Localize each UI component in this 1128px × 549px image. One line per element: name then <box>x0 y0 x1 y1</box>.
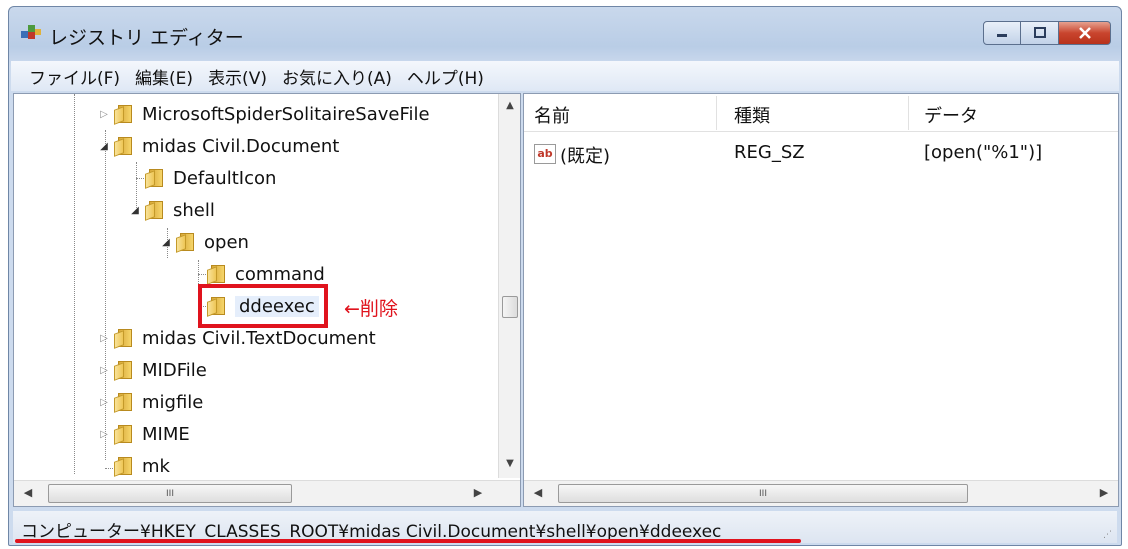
tree-item-label: midas Civil.Document <box>142 135 340 157</box>
tree-item-label: midas Civil.TextDocument <box>142 327 376 349</box>
tree-item-label: MIME <box>142 423 190 445</box>
tree-item[interactable]: ▷ MicrosoftSpiderSolitaireSaveFile <box>98 99 430 129</box>
column-header: 名前 種類 データ <box>524 94 1118 132</box>
tree-item-label: MicrosoftSpiderSolitaireSaveFile <box>142 103 430 125</box>
window-title: レジストリ エディター <box>49 27 244 49</box>
value-type: REG_SZ <box>734 142 805 163</box>
scroll-right-icon[interactable]: ▶ <box>1094 486 1114 499</box>
tree-item[interactable]: ▷ MIDFile <box>98 355 207 385</box>
expand-arrow-icon[interactable]: ▷ <box>98 429 110 440</box>
delete-annotation: ←削除 <box>344 298 398 320</box>
tree-item-label: command <box>235 263 325 285</box>
tree-horizontal-scrollbar[interactable]: ◀ III ▶ <box>14 480 520 506</box>
menu-view[interactable]: 表示(V) <box>208 64 267 89</box>
scroll-grip: III <box>759 488 767 499</box>
path-underline <box>15 539 801 543</box>
scroll-right-icon[interactable]: ▶ <box>468 486 488 499</box>
registry-editor-icon <box>21 25 41 39</box>
close-button[interactable] <box>1059 21 1111 45</box>
tree-item[interactable]: ▷ midas Civil.TextDocument <box>98 323 376 353</box>
key-tree: ▷ MicrosoftSpiderSolitaireSaveFile ◢ mid… <box>14 94 494 477</box>
tree-item[interactable]: ◢ shell <box>129 195 215 225</box>
folder-icon <box>207 265 227 285</box>
registry-editor-window: レジストリ エディター ファイル(F) 編集(E) 表示(V) お気に入り(A)… <box>8 6 1122 546</box>
tree-item-label: mk <box>142 455 170 477</box>
folder-icon <box>114 105 134 125</box>
tree-item[interactable]: ▷ migfile <box>98 387 203 417</box>
folder-icon <box>176 233 196 253</box>
scroll-thumb[interactable]: III <box>558 484 968 503</box>
column-name[interactable]: 名前 <box>534 102 570 128</box>
tree-item[interactable]: ◢ midas Civil.Document <box>98 131 339 161</box>
scroll-left-icon[interactable]: ◀ <box>528 486 548 499</box>
tree-item-label: shell <box>173 199 215 221</box>
collapse-arrow-icon[interactable]: ◢ <box>129 205 141 216</box>
folder-icon <box>114 329 134 349</box>
expand-arrow-icon[interactable]: ▷ <box>98 109 110 120</box>
value-list-pane[interactable]: 名前 種類 データ ab (既定) REG_SZ [open("%1")] ◀ … <box>523 93 1119 507</box>
scroll-grip: III <box>166 488 174 499</box>
value-data: [open("%1")] <box>924 142 1043 163</box>
tree-item-label: MIDFile <box>142 359 207 381</box>
close-icon <box>1078 27 1091 39</box>
folder-icon <box>145 169 165 189</box>
tree-item-label: DefaultIcon <box>173 167 277 189</box>
tree-item[interactable]: mk <box>98 451 170 481</box>
delete-highlight-box <box>198 284 328 328</box>
resize-grip-icon[interactable]: ⋰ <box>1103 530 1113 540</box>
minimize-button[interactable] <box>983 21 1021 45</box>
folder-icon <box>114 393 134 413</box>
column-data[interactable]: データ <box>924 102 978 128</box>
maximize-button[interactable] <box>1021 21 1059 45</box>
key-tree-pane[interactable]: ▷ MicrosoftSpiderSolitaireSaveFile ◢ mid… <box>13 93 521 507</box>
list-horizontal-scrollbar[interactable]: ◀ III ▶ <box>524 480 1118 506</box>
scroll-thumb[interactable]: III <box>48 484 292 503</box>
status-bar: コンピューター¥HKEY_CLASSES_ROOT¥midas Civil.Do… <box>13 511 1117 543</box>
column-type[interactable]: 種類 <box>734 102 770 128</box>
folder-icon <box>114 457 134 477</box>
collapse-arrow-icon[interactable]: ◢ <box>98 141 110 152</box>
value-row[interactable]: ab (既定) REG_SZ [open("%1")] <box>524 138 1118 168</box>
title-bar[interactable]: レジストリ エディター <box>9 7 1121 61</box>
folder-icon <box>114 361 134 381</box>
scroll-up-icon[interactable]: ▲ <box>499 100 520 111</box>
menu-file[interactable]: ファイル(F) <box>29 64 120 89</box>
scroll-left-icon[interactable]: ◀ <box>18 486 38 499</box>
scroll-thumb[interactable] <box>502 296 518 318</box>
tree-item-label: migfile <box>142 391 204 413</box>
scroll-down-icon[interactable]: ▼ <box>499 458 520 469</box>
value-name: (既定) <box>560 146 611 167</box>
menu-help[interactable]: ヘルプ(H) <box>407 64 484 89</box>
folder-icon <box>114 425 134 445</box>
folder-icon <box>145 201 165 221</box>
menu-bar: ファイル(F) 編集(E) 表示(V) お気に入り(A) ヘルプ(H) <box>11 61 1119 91</box>
minimize-icon <box>997 34 1007 37</box>
collapse-arrow-icon[interactable]: ◢ <box>160 237 172 248</box>
menu-favorites[interactable]: お気に入り(A) <box>282 64 392 89</box>
folder-icon <box>114 137 134 157</box>
string-value-icon: ab <box>534 144 556 164</box>
maximize-icon <box>1033 27 1046 38</box>
expand-arrow-icon[interactable]: ▷ <box>98 333 110 344</box>
tree-item-label: open <box>204 231 249 253</box>
expand-arrow-icon[interactable]: ▷ <box>98 397 110 408</box>
tree-item[interactable]: DefaultIcon <box>129 163 276 193</box>
expand-arrow-icon[interactable]: ▷ <box>98 365 110 376</box>
tree-vertical-scrollbar[interactable]: ▲ ▼ <box>498 94 520 478</box>
tree-item[interactable]: ◢ open <box>160 227 249 257</box>
tree-item[interactable]: ▷ MIME <box>98 419 190 449</box>
menu-edit[interactable]: 編集(E) <box>135 64 193 89</box>
